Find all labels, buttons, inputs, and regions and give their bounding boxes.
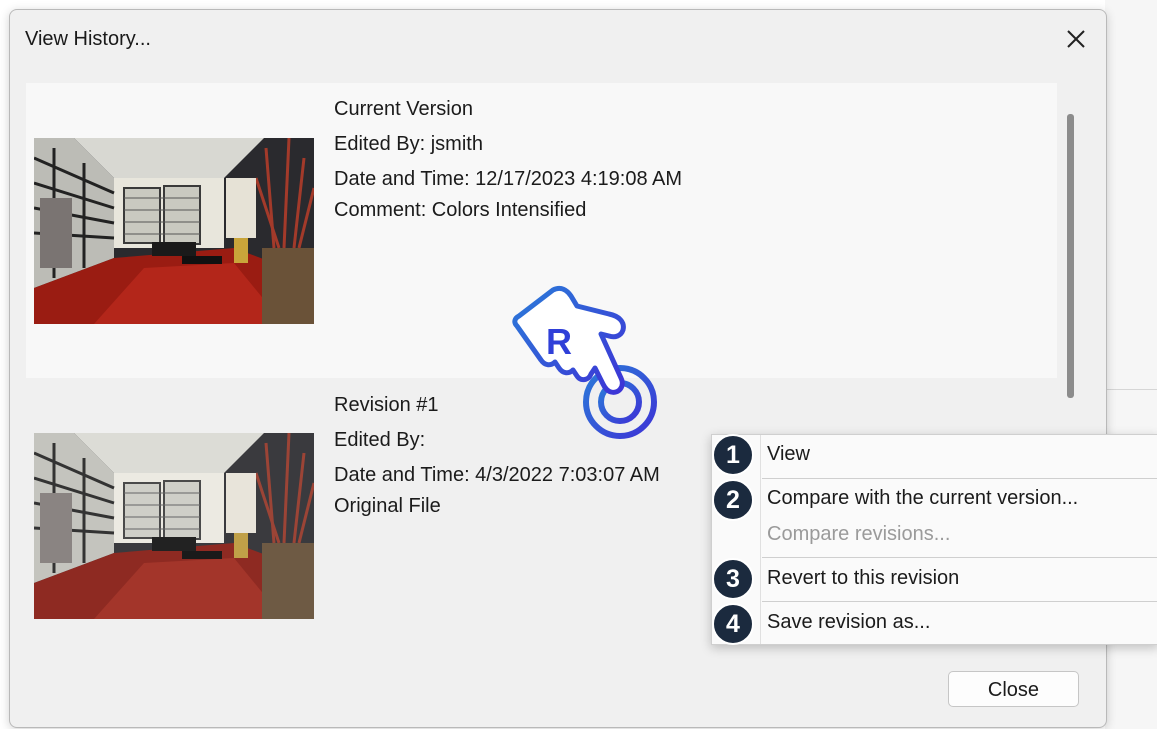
version-details: Current Version Edited By: jsmith Date a… bbox=[334, 92, 682, 224]
step-badge-3: 3 bbox=[712, 558, 754, 600]
menu-separator bbox=[762, 601, 1157, 602]
hand-pointer-icon: R bbox=[505, 282, 665, 442]
date-time: Date and Time: 12/17/2023 4:19:08 AM bbox=[334, 168, 683, 190]
close-icon[interactable] bbox=[1059, 22, 1093, 56]
version-heading: Current Version bbox=[334, 98, 473, 120]
step-badge-1: 1 bbox=[712, 434, 754, 476]
version-comment: Original File bbox=[334, 495, 441, 517]
menu-item-compare-revisions: Compare revisions... bbox=[767, 523, 951, 545]
version-thumbnail bbox=[34, 433, 314, 619]
close-button[interactable]: Close bbox=[948, 671, 1079, 707]
background-divider bbox=[1105, 389, 1157, 390]
menu-item-revert[interactable]: Revert to this revision bbox=[712, 559, 1157, 603]
step-badge-2: 2 bbox=[712, 479, 754, 521]
context-menu: View Compare with the current version...… bbox=[711, 434, 1157, 645]
menu-item-view[interactable]: View bbox=[712, 435, 1157, 479]
step-badge-4: 4 bbox=[712, 603, 754, 645]
date-time: Date and Time: 4/3/2022 7:03:07 AM bbox=[334, 464, 660, 486]
edited-by: Edited By: jsmith bbox=[334, 133, 483, 155]
version-thumbnail bbox=[34, 138, 314, 324]
pointer-letter: R bbox=[546, 321, 572, 362]
title-bar: View History... bbox=[10, 10, 1106, 72]
version-comment: Comment: Colors Intensified bbox=[334, 199, 587, 221]
scrollbar-thumb[interactable] bbox=[1067, 114, 1074, 398]
menu-separator bbox=[762, 557, 1157, 558]
menu-item-save-revision[interactable]: Save revision as... bbox=[712, 603, 1157, 647]
dialog-title: View History... bbox=[25, 28, 151, 50]
